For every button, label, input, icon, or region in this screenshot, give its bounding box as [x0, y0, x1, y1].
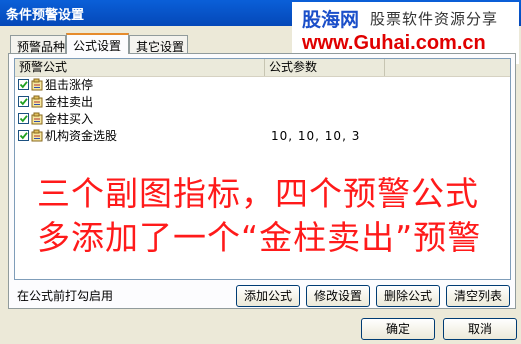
window-title: 条件预警设置 — [6, 8, 85, 23]
add-formula-button[interactable]: 添加公式 — [236, 285, 300, 307]
clear-list-button[interactable]: 清空列表 — [446, 285, 510, 307]
ok-button[interactable]: 确定 — [361, 318, 435, 340]
enable-hint: 在公式前打勾启用 — [17, 289, 114, 303]
tab-formula-settings[interactable]: 公式设置 — [66, 33, 129, 54]
enable-checkbox[interactable] — [18, 79, 29, 90]
list-item[interactable]: 狙击涨停 — [15, 77, 510, 93]
list-item[interactable]: 金柱卖出 — [15, 94, 510, 110]
annotation-line-2: 多添加了一个“金柱卖出”预警 — [37, 218, 482, 257]
formula-name: 金柱买入 — [45, 112, 94, 126]
enable-checkbox[interactable] — [18, 96, 29, 107]
formula-list[interactable]: 预警公式 公式参数 狙击涨停 金柱卖出 金柱买入 机构资金选股 10, 10, … — [14, 58, 511, 280]
formula-name: 狙击涨停 — [45, 78, 94, 92]
column-header-formula[interactable]: 预警公式 — [15, 59, 265, 76]
formula-icon — [31, 78, 43, 91]
cancel-button[interactable]: 取消 — [443, 318, 517, 340]
watermark-slogan: 股票软件资源分享 — [370, 10, 499, 28]
enable-checkbox[interactable] — [18, 113, 29, 124]
list-item[interactable]: 金柱买入 — [15, 111, 510, 127]
tab-panel: 预警公式 公式参数 狙击涨停 金柱卖出 金柱买入 机构资金选股 10, 10, … — [8, 53, 516, 309]
list-item[interactable]: 机构资金选股 10, 10, 10, 3 — [15, 128, 510, 144]
formula-name: 金柱卖出 — [45, 95, 94, 109]
tab-other-settings[interactable]: 其它设置 — [129, 35, 188, 54]
formula-params: 10, 10, 10, 3 — [271, 129, 361, 143]
tab-instruments[interactable]: 预警品种 — [10, 35, 66, 54]
annotation-line-1: 三个副图指标，四个预警公式 — [37, 174, 479, 213]
formula-icon — [31, 129, 43, 142]
modify-settings-button[interactable]: 修改设置 — [306, 285, 370, 307]
enable-checkbox[interactable] — [18, 130, 29, 141]
formula-icon — [31, 95, 43, 108]
delete-formula-button[interactable]: 删除公式 — [376, 285, 440, 307]
watermark-site-name: 股海网 — [302, 9, 360, 31]
column-header-params[interactable]: 公式参数 — [265, 59, 385, 76]
list-header: 预警公式 公式参数 — [15, 59, 510, 77]
formula-name: 机构资金选股 — [45, 129, 118, 143]
formula-icon — [31, 112, 43, 125]
watermark-url: www.Guhai.com.cn — [302, 32, 486, 54]
